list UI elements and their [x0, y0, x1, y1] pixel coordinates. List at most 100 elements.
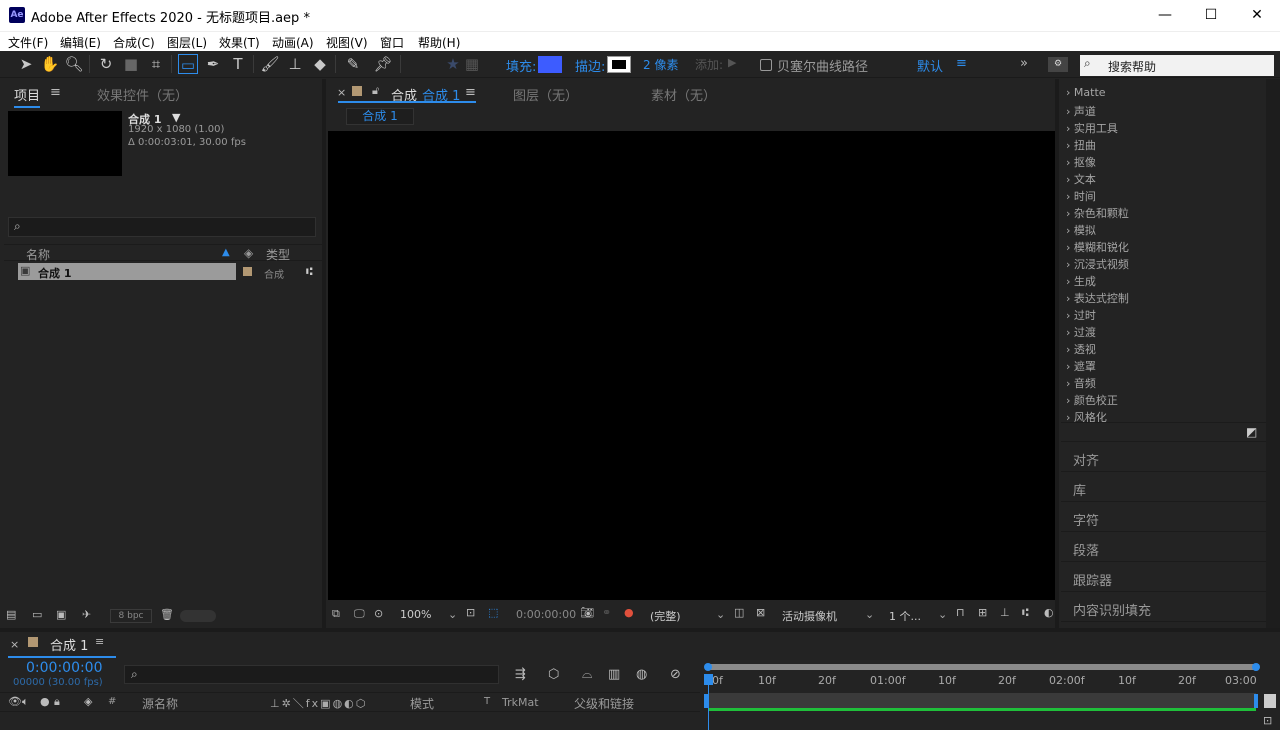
- new-preset-icon[interactable]: ◩: [1246, 425, 1257, 439]
- fit-icon[interactable]: ⊡: [466, 606, 475, 619]
- mask-icon[interactable]: ⊙: [374, 607, 383, 620]
- menu-composition[interactable]: 合成(C): [113, 34, 155, 51]
- chevron-down-icon[interactable]: ⌄: [938, 608, 947, 621]
- panel-character[interactable]: 字符: [1061, 504, 1266, 532]
- menu-edit[interactable]: 编辑(E): [60, 34, 101, 51]
- effect-category[interactable]: › 音频: [1066, 375, 1096, 391]
- hand-tool-icon[interactable]: ✋: [40, 54, 60, 74]
- bezier-checkbox[interactable]: [760, 59, 772, 71]
- close-tab-icon[interactable]: ×: [337, 86, 346, 99]
- effect-category[interactable]: › 时间: [1066, 188, 1096, 204]
- interpret-footage-icon[interactable]: ▤: [6, 608, 16, 621]
- thumbnail-slider[interactable]: [180, 610, 216, 622]
- 3d-view-icon[interactable]: ⊓: [956, 606, 965, 619]
- effect-category[interactable]: › 遮罩: [1066, 358, 1096, 374]
- comp-breadcrumb[interactable]: 合成 1: [346, 108, 414, 125]
- color-channels-icon[interactable]: ●: [624, 606, 634, 619]
- shy-icon[interactable]: ⌓: [582, 667, 592, 682]
- views-select[interactable]: 1 个...: [889, 608, 921, 624]
- comp-dropdown-icon[interactable]: ▼: [172, 111, 180, 124]
- effect-category[interactable]: › 过渡: [1066, 324, 1096, 340]
- effect-category-matte[interactable]: › Matte: [1066, 86, 1106, 99]
- bit-depth-button[interactable]: 8 bpc: [110, 609, 152, 623]
- effect-category[interactable]: › 声道: [1066, 103, 1096, 119]
- work-area-start-handle[interactable]: [704, 663, 712, 671]
- trkmat-column[interactable]: TrkMat: [502, 696, 539, 709]
- effect-category[interactable]: › 模拟: [1066, 222, 1096, 238]
- new-comp-icon[interactable]: ▣: [56, 608, 66, 621]
- maximize-button[interactable]: ☐: [1188, 0, 1234, 31]
- transparency-grid-icon[interactable]: ⬚: [488, 606, 498, 619]
- rotate-tool-icon[interactable]: ↻: [96, 54, 116, 74]
- audio-icon[interactable]: 🔈︎: [22, 695, 29, 709]
- menu-effect[interactable]: 效果(T): [219, 34, 260, 51]
- fill-color-swatch[interactable]: [538, 56, 562, 73]
- lock-icon[interactable]: 🔓︎: [372, 84, 379, 98]
- effect-category[interactable]: › 文本: [1066, 171, 1096, 187]
- draft-3d-icon[interactable]: ⬡: [548, 667, 559, 682]
- sort-asc-icon[interactable]: ▲: [222, 247, 230, 258]
- panel-toggle-icon[interactable]: ⚙: [1048, 57, 1068, 72]
- menu-layer[interactable]: 图层(L): [167, 34, 207, 51]
- more-workspaces-icon[interactable]: »: [1020, 56, 1028, 71]
- resolution-select[interactable]: (完整): [650, 608, 681, 624]
- timeline-tab[interactable]: 合成 1: [50, 635, 88, 654]
- stroke-label[interactable]: 描边:: [575, 56, 605, 75]
- column-type[interactable]: 类型: [266, 246, 290, 263]
- out-marker[interactable]: [1254, 694, 1258, 708]
- stroke-color-swatch[interactable]: [607, 56, 631, 73]
- parent-link-column[interactable]: 父级和链接: [574, 695, 634, 712]
- selection-tool-icon[interactable]: ➤: [16, 54, 36, 74]
- zoom-select[interactable]: 100%: [400, 608, 431, 621]
- panel-content-aware-fill[interactable]: 内容识别填充: [1061, 594, 1266, 622]
- snapshot-icon[interactable]: 📷︎: [580, 606, 594, 619]
- panel-align[interactable]: 对齐: [1061, 444, 1266, 472]
- item-label-color[interactable]: [243, 267, 252, 276]
- chevron-down-icon[interactable]: ⌄: [865, 608, 874, 621]
- work-area-end-handle[interactable]: [1252, 663, 1260, 671]
- composition-canvas[interactable]: [328, 131, 1055, 600]
- effect-category[interactable]: › 杂色和颗粒: [1066, 205, 1129, 221]
- puppet-tool-icon[interactable]: 📌︎: [373, 54, 393, 74]
- timeline-menu-icon[interactable]: ≡: [95, 635, 104, 648]
- effect-category[interactable]: › 透视: [1066, 341, 1096, 357]
- time-ruler[interactable]: 0f 10f 20f 01:00f 10f 20f 02:00f 10f 20f…: [704, 672, 1260, 692]
- lock-icon[interactable]: 🔒︎: [54, 695, 60, 709]
- graph-editor-icon[interactable]: ⊘: [670, 667, 681, 682]
- comp-button-icon[interactable]: ⊡: [1263, 714, 1272, 727]
- effect-category[interactable]: › 生成: [1066, 273, 1096, 289]
- menu-animation[interactable]: 动画(A): [272, 34, 314, 51]
- effect-category[interactable]: › 抠像: [1066, 154, 1096, 170]
- workspace-default[interactable]: 默认: [917, 56, 943, 75]
- tab-footage[interactable]: 素材（无）: [651, 85, 716, 104]
- show-snapshot-icon[interactable]: ⚭: [602, 606, 611, 619]
- adjust-icon[interactable]: ✈: [82, 608, 91, 621]
- panel-library[interactable]: 库: [1061, 474, 1266, 502]
- current-time[interactable]: 0:00:00:00: [516, 608, 576, 621]
- column-name[interactable]: 名称: [26, 246, 50, 263]
- work-area-bar[interactable]: [708, 664, 1256, 670]
- toggle-transparency-icon[interactable]: ⊠: [756, 606, 765, 619]
- pan-behind-tool-icon[interactable]: ⌗: [146, 54, 166, 74]
- rectangle-tool-icon[interactable]: ▭: [178, 54, 198, 74]
- chevron-down-icon[interactable]: ⌄: [716, 608, 725, 621]
- camera-tool-icon[interactable]: ■: [121, 54, 141, 74]
- zoom-tool-icon[interactable]: 🔍︎: [64, 54, 84, 74]
- fill-label[interactable]: 填充:: [506, 56, 536, 75]
- project-menu-icon[interactable]: ≡: [50, 85, 61, 100]
- effect-category[interactable]: › 扭曲: [1066, 137, 1096, 153]
- close-button[interactable]: ✕: [1234, 0, 1280, 31]
- always-preview-icon[interactable]: ⧉: [332, 607, 340, 621]
- pen-tool-icon[interactable]: ✒: [203, 54, 223, 74]
- timeline-track-area[interactable]: [708, 693, 1256, 708]
- workspace-menu-icon[interactable]: ≡: [956, 56, 967, 71]
- search-help-box[interactable]: ⌕ 搜索帮助: [1080, 55, 1274, 76]
- timeline-timecode[interactable]: 0:00:00:00: [26, 660, 103, 676]
- playhead-handle[interactable]: [704, 674, 713, 685]
- new-folder-icon[interactable]: ▭: [32, 608, 42, 621]
- trash-icon[interactable]: 🗑︎: [160, 608, 174, 621]
- exposure-icon[interactable]: ◐: [1044, 606, 1054, 619]
- effect-category[interactable]: › 实用工具: [1066, 120, 1118, 136]
- project-search-input[interactable]: ⌕: [8, 217, 316, 237]
- region-of-interest-icon[interactable]: ◫: [734, 606, 744, 619]
